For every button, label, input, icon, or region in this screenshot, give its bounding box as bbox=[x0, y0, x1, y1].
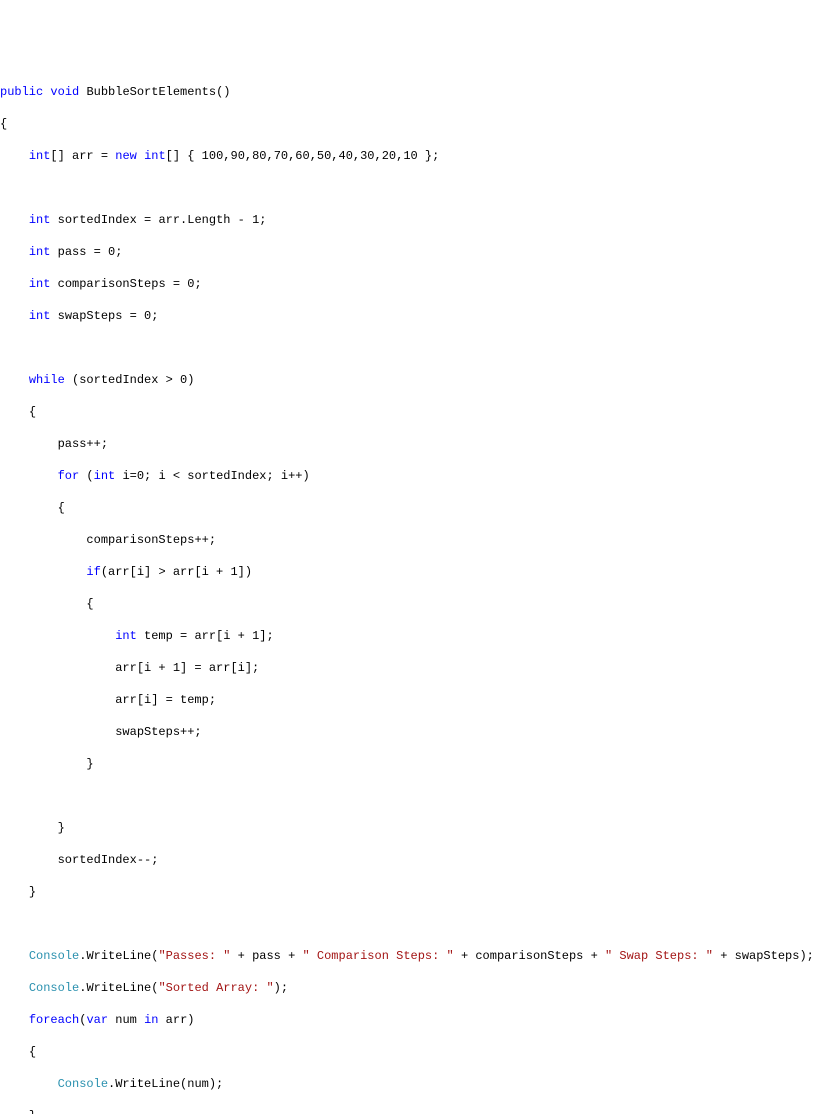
var-pass: pass bbox=[58, 245, 87, 259]
method-name: BubbleSortElements bbox=[86, 85, 216, 99]
keyword-while: while bbox=[29, 373, 65, 387]
keyword-for: for bbox=[58, 469, 80, 483]
if-condition: (arr[i] > arr[i + 1]) bbox=[101, 565, 252, 579]
keyword-public: public bbox=[0, 85, 43, 99]
brace-open: { bbox=[0, 117, 7, 131]
var-swapSteps: swapSteps bbox=[58, 309, 123, 323]
string-compSteps: " Comparison Steps: " bbox=[303, 949, 454, 963]
stmt-compSteps-inc: comparisonSteps++; bbox=[86, 533, 216, 547]
code-content[interactable]: public void BubbleSortElements() { int[]… bbox=[0, 68, 816, 1114]
stmt-pass-inc: pass++; bbox=[58, 437, 108, 451]
keyword-int: int bbox=[29, 149, 51, 163]
array-init: { 100,90,80,70,60,50,40,30,20,10 } bbox=[187, 149, 432, 163]
string-swapSteps: " Swap Steps: " bbox=[605, 949, 713, 963]
var-num: num bbox=[115, 1013, 137, 1027]
while-condition: (sortedIndex > 0) bbox=[72, 373, 194, 387]
keyword-var: var bbox=[86, 1013, 108, 1027]
var-arr: arr bbox=[72, 149, 94, 163]
code-editor: public void BubbleSortElements() { int[]… bbox=[0, 68, 816, 1114]
stmt-swap1: arr[i + 1] = arr[i]; bbox=[115, 661, 259, 675]
keyword-new: new bbox=[115, 149, 137, 163]
keyword-if: if bbox=[86, 565, 100, 579]
type-console: Console bbox=[29, 949, 79, 963]
stmt-swapSteps-inc: swapSteps++; bbox=[115, 725, 201, 739]
string-passes: "Passes: " bbox=[158, 949, 230, 963]
var-temp: temp bbox=[144, 629, 173, 643]
var-sortedIndex: sortedIndex bbox=[58, 213, 137, 227]
string-sorted: "Sorted Array: " bbox=[158, 981, 273, 995]
keyword-void: void bbox=[50, 85, 79, 99]
keyword-foreach: foreach bbox=[29, 1013, 79, 1027]
var-comparisonSteps: comparisonSteps bbox=[58, 277, 166, 291]
keyword-in: in bbox=[144, 1013, 158, 1027]
stmt-sortedIndex-dec: sortedIndex--; bbox=[58, 853, 159, 867]
stmt-swap2: arr[i] = temp; bbox=[115, 693, 216, 707]
